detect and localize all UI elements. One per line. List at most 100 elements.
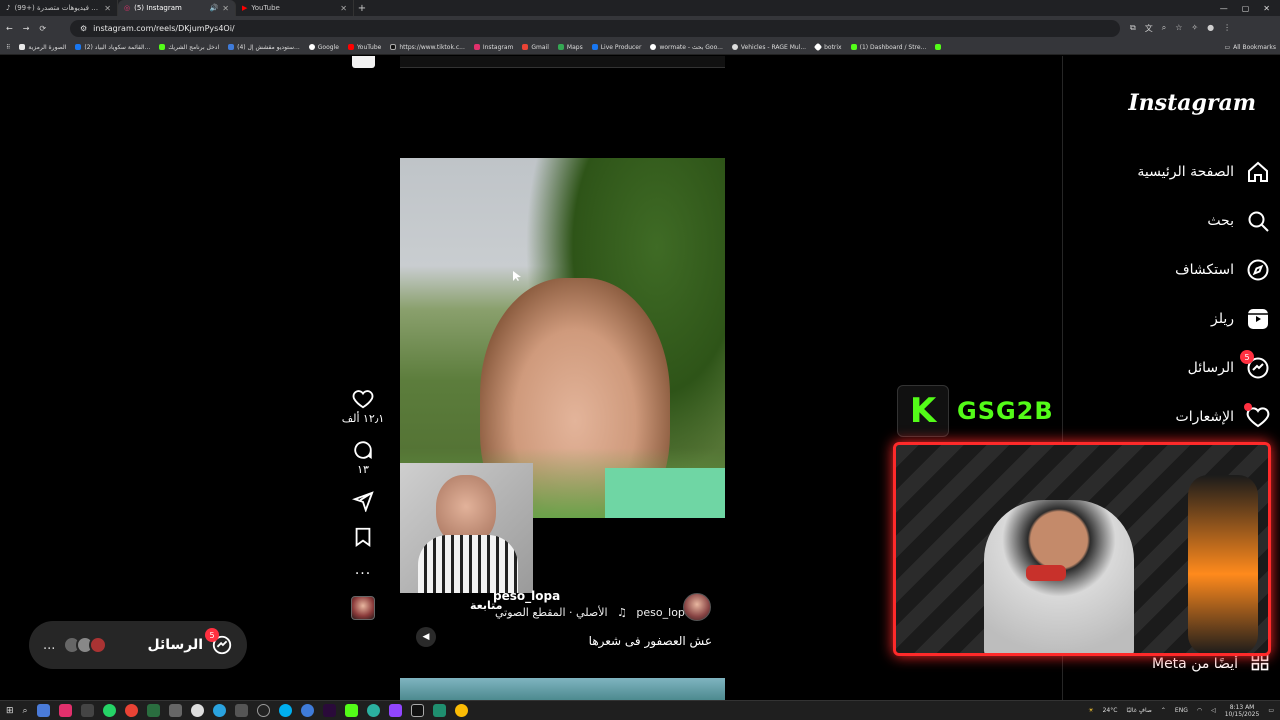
bookmark-favicon-icon — [228, 44, 235, 50]
back-icon[interactable]: ← — [6, 24, 13, 33]
sidebar-item-reels[interactable]: ريلز — [1211, 307, 1270, 331]
share-button[interactable] — [352, 490, 374, 512]
bookmark-item[interactable]: botrix — [813, 42, 842, 52]
chrome-icon[interactable] — [124, 704, 138, 717]
browser-tab-trending[interactable]: ♪ (99+) شاهد فيديوهات متصدرة ✕ — [0, 0, 118, 16]
navigation-buttons: ← → ⟳ — [0, 24, 70, 33]
close-tab-icon[interactable]: ✕ — [340, 4, 347, 13]
kick-icon — [159, 44, 166, 50]
zoom-icon[interactable]: ⌕ — [1162, 23, 1166, 34]
bookmark-item[interactable]: ادخل برنامج الشريك — [159, 44, 219, 51]
app-icon[interactable] — [168, 704, 182, 717]
apps-icon[interactable]: ⠿ — [6, 44, 10, 51]
sidebar-item-label: استكشاف — [1175, 262, 1234, 278]
previous-reel-action[interactable] — [352, 56, 375, 68]
reel-author-avatar[interactable] — [683, 593, 711, 621]
bookmark-item[interactable]: wormate - بحث Goo... — [650, 44, 723, 51]
app-icon[interactable] — [58, 704, 72, 717]
bookmark-item[interactable]: (4) ستوديو مقشش إل... — [228, 44, 300, 51]
browser-tab-instagram[interactable]: ◎ (5) Instagram 🔊 ✕ — [118, 0, 236, 16]
sidebar-item-messages[interactable]: 5 الرسائل — [1188, 350, 1270, 380]
bookmark-item[interactable]: (2) القائمة سكوياد البياد... — [75, 44, 150, 51]
forward-icon[interactable]: → — [23, 24, 30, 33]
site-info-icon[interactable]: ⚙ — [80, 24, 87, 33]
app-icon[interactable] — [366, 704, 380, 717]
audio-thumbnail[interactable] — [351, 596, 375, 620]
bookmark-item[interactable]: Gmail — [522, 44, 549, 51]
sidebar-item-search[interactable]: بحث — [1207, 209, 1270, 233]
weather-icon[interactable]: ☀ — [1088, 707, 1093, 714]
premiere-icon[interactable] — [322, 704, 336, 717]
app-icon[interactable] — [388, 704, 402, 717]
next-reel-preview[interactable] — [400, 678, 725, 700]
bookmark-item[interactable]: Vehicles - RAGE Mul... — [731, 44, 806, 51]
search-icon[interactable]: ⌕ — [23, 706, 28, 716]
sidebar-item-notifications[interactable]: الإشعارات — [1176, 403, 1270, 429]
reload-icon[interactable]: ⟳ — [39, 24, 46, 33]
chrome-icon[interactable] — [454, 704, 468, 717]
google-icon — [650, 44, 657, 50]
menu-icon[interactable]: ⋮ — [1223, 23, 1231, 34]
bookmark-item[interactable]: Maps — [557, 44, 583, 51]
minimize-icon[interactable]: — — [1220, 4, 1228, 13]
all-bookmarks-button[interactable]: ▭ All Bookmarks — [1224, 44, 1280, 51]
volume-icon[interactable]: ◀ — [416, 627, 436, 647]
install-icon[interactable]: ⧉ — [1130, 23, 1136, 34]
bookmark-item[interactable] — [935, 44, 942, 50]
skype-icon[interactable] — [278, 704, 292, 717]
reel-audio-info[interactable]: الأصلي · المقطع الصوتي ♫ peso_lopa — [495, 606, 692, 619]
translate-icon[interactable]: 文 — [1145, 23, 1153, 34]
clock[interactable]: 8:13 AM 10/15/2025 — [1225, 704, 1260, 718]
save-button[interactable] — [352, 526, 374, 548]
app-icon[interactable] — [234, 704, 248, 717]
browser-tab-youtube[interactable]: ▶ YouTube ✕ — [236, 0, 354, 16]
start-icon[interactable]: ⊞ — [6, 706, 14, 716]
bookmark-item[interactable]: https://www.tiktok.c... — [390, 44, 465, 51]
new-tab-button[interactable]: + — [354, 3, 370, 14]
profile-icon[interactable]: ● — [1207, 23, 1214, 34]
app-icon[interactable] — [300, 704, 314, 717]
search-icon — [1246, 209, 1270, 233]
comment-icon — [354, 441, 372, 460]
instagram-logo[interactable]: Instagram — [1128, 90, 1256, 116]
bookmark-item[interactable]: Instagram — [473, 44, 513, 51]
messages-pill[interactable]: ... الرسائل 5 — [29, 621, 247, 669]
bookmark-item[interactable]: Live Producer — [591, 44, 641, 51]
app-icon[interactable] — [432, 704, 446, 717]
bookmark-item[interactable]: (1) Dashboard / Stre... — [850, 44, 926, 51]
bookmark-item[interactable]: Google — [308, 44, 339, 51]
maximize-icon[interactable]: ▢ — [1242, 4, 1250, 13]
whatsapp-icon[interactable] — [102, 704, 116, 717]
bookmark-star-icon[interactable]: ☆ — [1175, 23, 1182, 34]
telegram-icon[interactable] — [212, 704, 226, 717]
reel-username[interactable]: peso_lopa — [493, 589, 560, 603]
more-options-button[interactable]: ... — [355, 562, 371, 578]
app-icon[interactable] — [146, 704, 160, 717]
obs-icon[interactable] — [256, 704, 270, 717]
comment-button[interactable]: ١٣ — [352, 439, 374, 476]
bookmark-item[interactable]: الصورة الرمزية — [19, 44, 66, 51]
like-button[interactable]: ١٢٫١ ألف — [342, 388, 384, 425]
extensions-icon[interactable]: ✧ — [1191, 23, 1198, 34]
speaker-icon[interactable]: ◁ — [1211, 707, 1216, 714]
notification-icon[interactable]: ▭ — [1268, 707, 1274, 714]
sidebar-item-explore[interactable]: استكشاف — [1175, 258, 1270, 282]
tray-arrow-icon[interactable]: ⌃ — [1161, 707, 1166, 714]
close-window-icon[interactable]: ✕ — [1263, 4, 1270, 13]
close-tab-icon[interactable]: ✕ — [104, 4, 111, 13]
address-bar[interactable]: ⚙ instagram.com/reels/DKjumPys4Oi/ — [70, 19, 1120, 37]
send-icon — [352, 491, 374, 512]
app-icon[interactable] — [190, 704, 204, 717]
sidebar-item-home[interactable]: الصفحة الرئيسية — [1137, 160, 1270, 184]
more-icon[interactable]: ... — [43, 638, 55, 653]
app-icon[interactable] — [80, 704, 94, 717]
copilot-icon[interactable] — [36, 704, 50, 717]
close-tab-icon[interactable]: ✕ — [222, 4, 229, 13]
audio-playing-icon[interactable]: 🔊 — [210, 4, 219, 12]
tiktok-icon[interactable] — [410, 704, 424, 717]
wifi-icon[interactable]: ◠ — [1197, 707, 1202, 714]
language-indicator[interactable]: ENG — [1175, 707, 1188, 714]
app-icon[interactable] — [344, 704, 358, 717]
bookmark-item[interactable]: YouTube — [347, 44, 381, 51]
previous-reel-strip[interactable] — [400, 56, 725, 68]
